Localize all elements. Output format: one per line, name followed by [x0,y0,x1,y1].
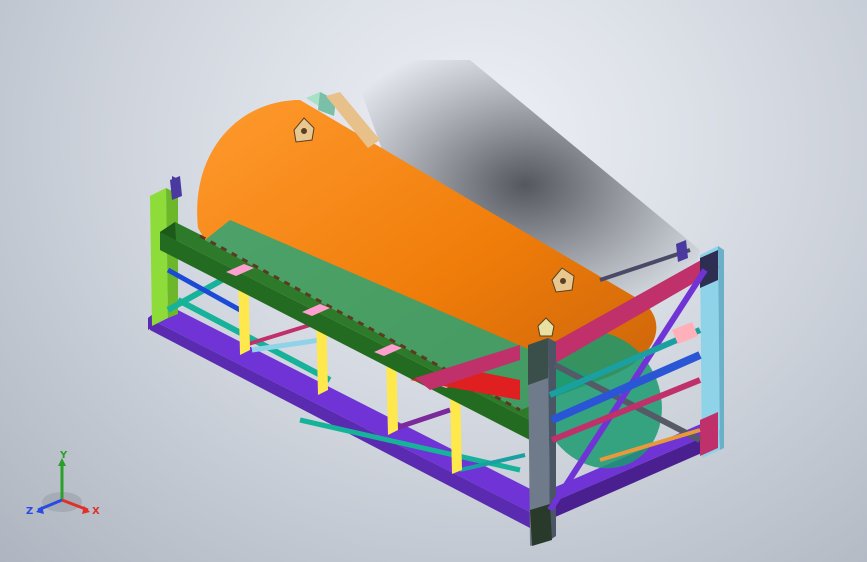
x-axis-label: X [92,506,100,517]
orientation-triad[interactable]: Y X Z [24,448,104,528]
z-axis-label: Z [26,506,33,517]
cad-model-canvas[interactable] [0,0,867,562]
y-axis-label: Y [59,450,68,461]
cad-viewport[interactable]: Y X Z [0,0,867,562]
front-right-corner-post[interactable] [528,338,556,546]
